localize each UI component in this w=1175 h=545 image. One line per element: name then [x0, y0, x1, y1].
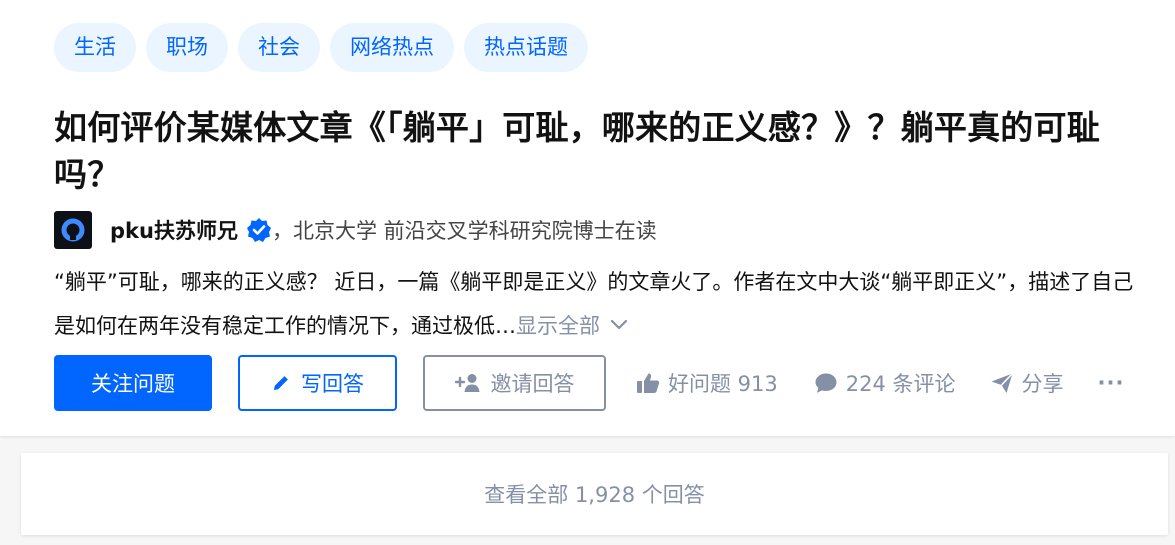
invite-answer-label: 邀请回答 — [490, 372, 575, 396]
more-options-icon: ··· — [1097, 371, 1125, 395]
write-answer-label: 写回答 — [301, 372, 364, 396]
question-actions: 关注问题 写回答 邀请回答 好问题 913 224 条评论 分享 ··· — [54, 355, 1124, 411]
paper-plane-icon — [991, 372, 1013, 393]
comments-button[interactable]: 224 条评论 — [814, 368, 956, 398]
question-title[interactable]: 如何评价某媒体文章《「躺平」可耻，哪来的正义感？》？躺平真的可耻吗？ — [54, 104, 1154, 198]
comments-label: 224 条评论 — [845, 372, 956, 396]
invite-answer-button[interactable]: 邀请回答 — [423, 355, 606, 411]
topic-tag[interactable]: 社会 — [238, 23, 320, 72]
avatar-icon — [61, 218, 85, 242]
topic-tag[interactable]: 热点话题 — [464, 23, 588, 72]
author-info: pku扶苏师兄 ，北京大学 前沿交叉学科研究院博士在读 — [54, 210, 657, 250]
topic-tags: 生活 职场 社会 网络热点 热点话题 — [54, 23, 588, 72]
show-all-button[interactable]: 显示全部 — [516, 314, 628, 338]
view-all-answers-button[interactable]: 查看全部 1,928 个回答 — [21, 453, 1168, 535]
topic-tag[interactable]: 生活 — [54, 23, 136, 72]
question-excerpt: “躺平”可耻，哪来的正义感？ 近日，一篇《躺平即是正义》的文章火了。作者在文中大… — [54, 260, 1154, 348]
thumbs-up-icon — [637, 373, 660, 393]
author-name[interactable]: pku扶苏师兄 — [110, 215, 238, 245]
more-options-button[interactable]: ··· — [1098, 371, 1125, 395]
show-all-label: 显示全部 — [516, 314, 600, 338]
comment-bubble-icon — [815, 373, 837, 393]
good-question-button[interactable]: 好问题 913 — [636, 368, 778, 398]
write-answer-button[interactable]: 写回答 — [238, 355, 397, 411]
follow-question-label: 关注问题 — [91, 372, 175, 396]
topic-tag[interactable]: 职场 — [146, 23, 228, 72]
share-label: 分享 — [1021, 372, 1064, 396]
chevron-down-icon — [610, 319, 628, 330]
view-all-answers-label: 查看全部 1,928 个回答 — [484, 483, 705, 507]
add-user-icon — [454, 374, 479, 392]
author-description: ，北京大学 前沿交叉学科研究院博士在读 — [271, 219, 657, 243]
avatar[interactable] — [54, 211, 92, 249]
verified-badge-icon — [246, 217, 272, 243]
good-question-label: 好问题 913 — [668, 372, 778, 396]
follow-question-button[interactable]: 关注问题 — [54, 355, 212, 411]
share-button[interactable]: 分享 — [990, 368, 1064, 398]
pencil-icon — [274, 376, 288, 390]
topic-tag[interactable]: 网络热点 — [330, 23, 454, 72]
question-header-card: 生活 职场 社会 网络热点 热点话题 如何评价某媒体文章《「躺平」可耻，哪来的正… — [0, 0, 1175, 436]
